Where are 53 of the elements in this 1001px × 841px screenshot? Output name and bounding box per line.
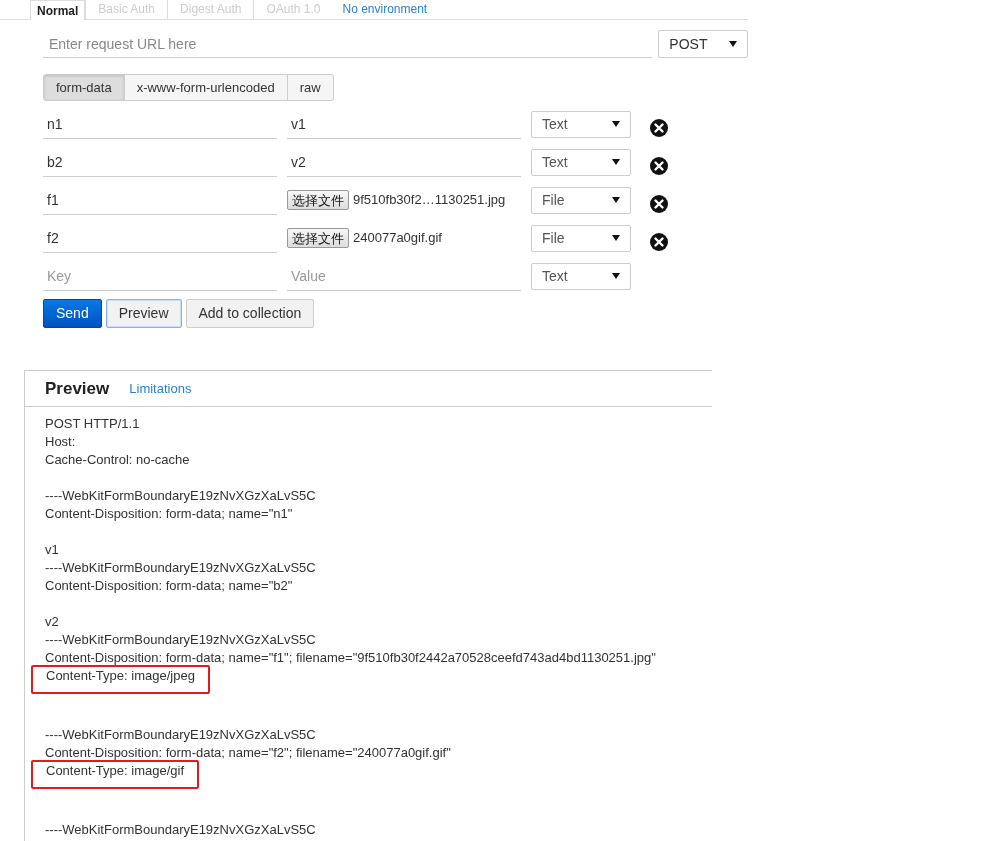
caret-icon bbox=[612, 197, 620, 203]
type-select[interactable]: File bbox=[531, 224, 631, 252]
caret-icon bbox=[729, 41, 737, 47]
choose-file-button[interactable]: 选择文件 bbox=[287, 190, 349, 210]
value-field[interactable]: v2 bbox=[287, 147, 521, 177]
request-line: Content-Disposition: form-data; name="b2" bbox=[45, 577, 294, 595]
key-field[interactable]: f2 bbox=[43, 223, 277, 253]
body-type-tab[interactable]: form-data bbox=[43, 74, 125, 101]
request-line: ----WebKitFormBoundaryE19zNvXGzXaLvS5C bbox=[45, 726, 317, 744]
key-field[interactable]: f1 bbox=[43, 185, 277, 215]
limitations-link[interactable]: Limitations bbox=[129, 378, 192, 399]
choose-file-button[interactable]: 选择文件 bbox=[287, 228, 349, 248]
request-line: Content-Disposition: form-data; name="f1"; filename="9f510fb30f2442a70528ceefd743ad4bd1130251.jpg" bbox=[45, 649, 657, 667]
type-select[interactable]: File bbox=[531, 186, 631, 214]
preview-heading: Preview bbox=[45, 377, 110, 400]
remove-icon[interactable] bbox=[650, 233, 668, 251]
value-field[interactable]: Value bbox=[287, 261, 521, 291]
caret-icon bbox=[612, 121, 620, 127]
caret-icon bbox=[612, 159, 620, 165]
remove-icon[interactable] bbox=[650, 195, 668, 213]
environment-selector[interactable]: No environment bbox=[342, 0, 428, 19]
remove-icon[interactable] bbox=[650, 119, 668, 137]
body-type-tab[interactable]: x-www-form-urlencoded bbox=[123, 74, 288, 101]
request-line: ----WebKitFormBoundaryE19zNvXGzXaLvS5C bbox=[45, 821, 317, 839]
caret-icon bbox=[612, 235, 620, 241]
type-select[interactable]: Text bbox=[531, 262, 631, 290]
request-line: v1 bbox=[45, 541, 60, 559]
request-line: Host: bbox=[45, 433, 77, 451]
request-line: Content-Disposition: form-data; name="n1" bbox=[45, 505, 294, 523]
key-field[interactable]: n1 bbox=[43, 109, 277, 139]
send-button[interactable]: Send bbox=[43, 299, 102, 328]
remove-icon[interactable] bbox=[650, 157, 668, 175]
request-line: ----WebKitFormBoundaryE19zNvXGzXaLvS5C bbox=[45, 631, 317, 649]
key-field[interactable]: b2 bbox=[43, 147, 277, 177]
caret-icon bbox=[612, 273, 620, 279]
request-line: POST HTTP/1.1 bbox=[45, 415, 141, 433]
add-to-collection-button[interactable]: Add to collection bbox=[185, 299, 315, 328]
request-line: v2 bbox=[45, 613, 60, 631]
request-line: ----WebKitFormBoundaryE19zNvXGzXaLvS5C bbox=[45, 559, 317, 577]
request-line: Content-Disposition: form-data; name="f2"; filename="240077a0gif.gif" bbox=[45, 744, 452, 762]
preview-button[interactable]: Preview bbox=[105, 299, 182, 328]
file-name: 240077a0gif.gif bbox=[353, 229, 442, 248]
request-line: Cache-Control: no-cache bbox=[45, 451, 191, 469]
value-field[interactable]: v1 bbox=[287, 109, 521, 139]
body-type-tab[interactable]: raw bbox=[286, 74, 334, 101]
file-name: 9f510fb30f2…1130251.jpg bbox=[353, 191, 506, 210]
type-select[interactable]: Text bbox=[531, 148, 631, 176]
type-select[interactable]: Text bbox=[531, 110, 631, 138]
auth-tab[interactable]: Normal bbox=[30, 0, 86, 20]
key-field[interactable]: Key bbox=[43, 261, 277, 291]
request-line: ----WebKitFormBoundaryE19zNvXGzXaLvS5C bbox=[45, 487, 317, 505]
url-field[interactable]: Enter request URL here bbox=[43, 30, 653, 58]
method-select[interactable]: POST bbox=[658, 30, 748, 58]
